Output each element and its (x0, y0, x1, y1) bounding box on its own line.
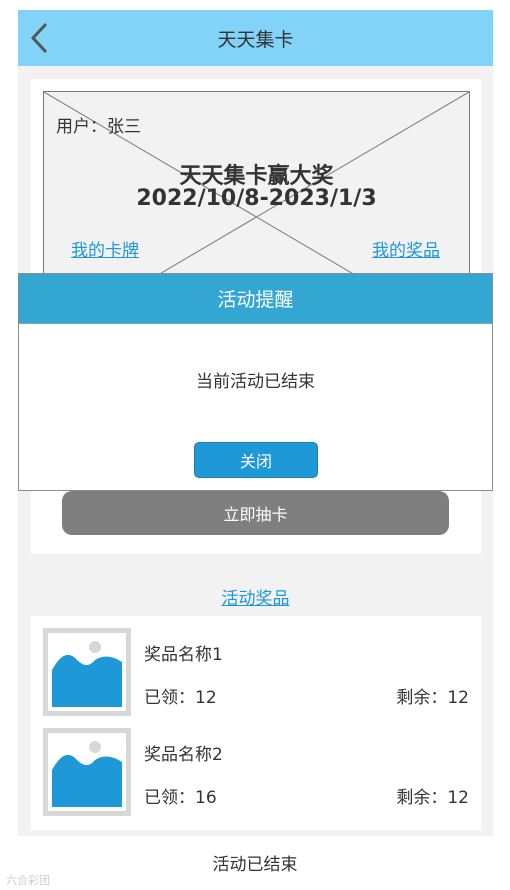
prize-remaining-count: 剩余：12 (396, 688, 469, 708)
my-prizes-link[interactable]: 我的奖品 (372, 236, 440, 261)
activity-prizes-link[interactable]: 活动奖品 (222, 589, 290, 609)
banner-date-range: 2022/10/8-2023/1/3 (136, 186, 377, 211)
list-item: 奖品名称1 已领：12 剩余：12 (31, 616, 481, 716)
my-cards-link[interactable]: 我的卡牌 (71, 236, 139, 261)
list-item: 奖品名称2 已领：16 剩余：12 (31, 716, 481, 816)
close-button[interactable]: 关闭 (194, 442, 318, 478)
chevron-left-icon[interactable] (28, 20, 54, 56)
prize-claimed-count: 已领：16 (144, 788, 217, 808)
prize-remaining-count: 剩余：12 (396, 788, 469, 808)
draw-card-button[interactable]: 立即抽卡 (62, 491, 449, 535)
prize-list: 奖品名称1 已领：12 剩余：12 奖品名称2 已领：16 剩余：12 (31, 616, 481, 830)
activity-ended-text: 活动已结束 (212, 855, 298, 875)
app-header: 天天集卡 (18, 10, 493, 66)
activity-reminder-dialog: 活动提醒 当前活动已结束 关闭 (18, 273, 493, 491)
prize-name: 奖品名称2 (144, 745, 223, 765)
image-placeholder-icon (43, 728, 131, 816)
activity-prizes-heading: 活动奖品 (18, 584, 493, 609)
dialog-message: 当前活动已结束 (196, 372, 315, 392)
watermark: 六合彩团 (6, 874, 50, 887)
image-placeholder-icon (43, 628, 131, 716)
prize-name: 奖品名称1 (144, 645, 223, 665)
user-name: 用户：张三 (56, 117, 141, 137)
prize-claimed-count: 已领：12 (144, 688, 217, 708)
dialog-title: 活动提醒 (19, 274, 492, 324)
page-title: 天天集卡 (217, 28, 294, 51)
